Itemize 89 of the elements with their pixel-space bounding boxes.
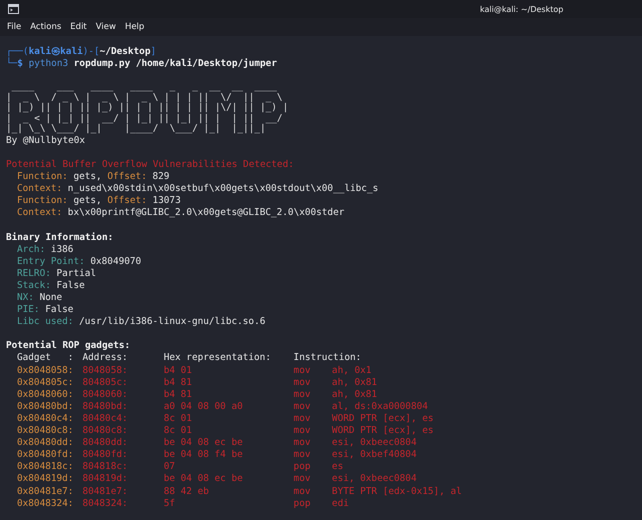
- hex-cell-text: b4 81: [164, 376, 193, 389]
- hex-cell-text: 07: [164, 461, 176, 474]
- operands-cell-text: WORD PTR [ecx], es: [332, 425, 435, 438]
- info-line: PIE: False: [17, 304, 74, 316]
- operands-cell-text: esi, 0xbeec0804: [332, 437, 418, 450]
- menu-item[interactable]: Help: [122, 21, 148, 33]
- gadget-cell-text: 0x80480c4:: [17, 412, 74, 426]
- column-header: Hex representation:: [164, 352, 272, 365]
- mnemonic-cell-text: mov: [294, 437, 312, 450]
- address-cell-text: 80480c4:: [82, 412, 129, 426]
- mnemonic-cell-text: mov: [294, 364, 312, 377]
- hex-cell-text: a0 04 08 00 a0: [164, 400, 244, 413]
- hex-cell-text: be 04 08 f4 be: [164, 449, 244, 462]
- window-title: kali@kali: ~/Desktop: [480, 4, 564, 14]
- context-line: Context: n_used\x00stdin\x00setbuf\x00gets\x00stdout\x00__libc_s: [17, 183, 378, 196]
- info-line: Libc used: /usr/lib/i386-linux-gnu/libc.so.6: [17, 316, 266, 328]
- gadget-cell-text: 0x8048324:: [17, 498, 74, 510]
- info-line: Arch: i386: [17, 244, 74, 256]
- column-header: Instruction:: [294, 352, 362, 365]
- mnemonic-cell-text: mov: [294, 449, 312, 462]
- operands-cell-text: BYTE PTR [edx-0x15], al: [332, 486, 463, 498]
- hex-cell-text: 88 42 eb: [164, 486, 210, 498]
- context-line: Context: bx\x00printf@GLIBC_2.0\x00gets@GLIBC_2.0\x00stder: [17, 207, 344, 220]
- address-cell-text: 80481e7:: [82, 486, 129, 498]
- gadget-cell-text: 0x8048058:: [17, 364, 74, 377]
- address-cell-text: 80480c8:: [82, 425, 129, 438]
- mnemonic-cell-text: mov: [294, 412, 312, 426]
- operands-cell-text: ah, 0x81: [332, 388, 378, 401]
- address-cell-text: 8048058:: [82, 364, 129, 377]
- hex-cell-text: b4 01: [164, 364, 193, 377]
- operands-cell-text: ah, 0x1: [332, 364, 372, 377]
- menu-item[interactable]: Edit: [67, 21, 90, 33]
- address-cell-text: 80480fd:: [82, 449, 129, 462]
- address-cell-text: 804805c:: [82, 376, 129, 389]
- prompt-line: ┌──(kali㉿kali)-[~/Desktop]: [6, 46, 156, 57]
- mnemonic-cell-text: mov: [294, 486, 312, 498]
- gadget-cell-text: 0x8048060:: [17, 388, 74, 401]
- info-line: Entry Point: 0x8049070: [17, 256, 142, 268]
- address-cell-text: 8048060:: [82, 388, 129, 401]
- operands-cell-text: es: [332, 461, 344, 474]
- mnemonic-cell-text: mov: [294, 425, 312, 438]
- ascii-title-text: ____ ___ ____ ____ _ _ __ __ ____ | _ \ / _ \ | _ \ | _ \ | | | || \/ || _ \ | |_) || | | || |_) || | | || | | || |\/| || |_) | | _ < | |_| || __/ | |_| || |_| || | | || __/ |_| \_\ \___/ |_| |____/ \___/ |_| |_||_|: [6, 82, 288, 135]
- gadget-cell-text: 0x80481e7:: [17, 486, 74, 498]
- column-header: Gadget :: [17, 352, 74, 365]
- section-heading: Potential ROP gadgets:: [6, 340, 130, 352]
- address-cell-text: 8048324:: [82, 498, 129, 510]
- address-cell-text: 80480dd:: [82, 437, 129, 450]
- credit-text: By @Nullbyte0x: [6, 134, 86, 147]
- gadget-cell-text: 0x804818c:: [17, 461, 74, 474]
- gadget-cell-text: 0x80480bd:: [17, 400, 74, 413]
- menu-item[interactable]: View: [92, 21, 119, 33]
- section-heading: Binary Information:: [6, 232, 114, 244]
- hex-cell-text: 8c 01: [164, 425, 193, 438]
- hex-cell-text: be 04 08 ec be: [164, 473, 244, 486]
- mnemonic-cell-text: mov: [294, 376, 312, 389]
- info-line: RELRO: Partial: [17, 268, 96, 280]
- operands-cell-text: ah, 0x81: [332, 376, 378, 389]
- terminal-icon: [8, 4, 19, 14]
- mnemonic-cell-text: pop: [294, 498, 312, 510]
- section-heading: Potential Buffer Overflow Vulnerabilities Detected:: [6, 158, 294, 172]
- column-header: Address:: [82, 352, 129, 365]
- operands-cell-text: esi, 0xbef40804: [332, 449, 418, 462]
- hex-cell-text: be 04 08 ec be: [164, 437, 244, 450]
- gadget-cell-text: 0x80480fd:: [17, 449, 74, 462]
- hex-cell-text: 5f: [164, 498, 176, 510]
- function-line: Function: gets, Offset: 13073: [17, 195, 181, 208]
- address-cell-text: 804819d:: [82, 473, 129, 486]
- gadget-cell-text: 0x80480c8:: [17, 425, 74, 438]
- info-line: NX: None: [17, 292, 62, 304]
- operands-cell-text: edi: [332, 498, 350, 510]
- mnemonic-cell-text: mov: [294, 400, 312, 413]
- address-cell-text: 804818c:: [82, 461, 129, 474]
- gadget-cell-text: 0x804819d:: [17, 473, 74, 486]
- gadget-cell-text: 0x80480dd:: [17, 437, 74, 450]
- menu-item[interactable]: File: [4, 21, 24, 33]
- gadget-cell-text: 0x804805c:: [17, 376, 74, 389]
- hex-cell-text: 8c 01: [164, 412, 193, 426]
- menu-item[interactable]: Actions: [27, 21, 64, 33]
- mnemonic-cell-text: mov: [294, 473, 312, 486]
- info-line: Stack: False: [17, 280, 85, 292]
- hex-cell-text: b4 81: [164, 388, 193, 401]
- operands-cell-text: al, ds:0xa0000804: [332, 400, 429, 413]
- command-line: └─$ python3 ropdump.py /home/kali/Desktop/jumper: [6, 58, 277, 70]
- mnemonic-cell-text: pop: [294, 461, 312, 474]
- mnemonic-cell-text: mov: [294, 388, 312, 401]
- function-line: Function: gets, Offset: 829: [17, 171, 170, 184]
- operands-cell-text: WORD PTR [ecx], es: [332, 412, 435, 426]
- address-cell-text: 80480bd:: [82, 400, 129, 413]
- operands-cell-text: esi, 0xbeec0804: [332, 473, 418, 486]
